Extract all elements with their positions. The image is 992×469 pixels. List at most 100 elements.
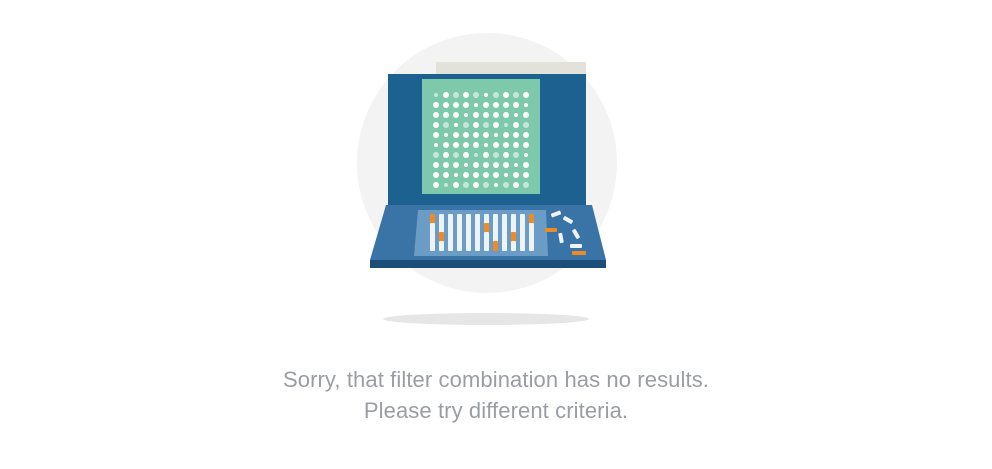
screen-dot: [463, 142, 469, 148]
screen-dot: [513, 102, 519, 108]
keyboard-peg: [529, 223, 534, 233]
screen-dot: [443, 112, 449, 118]
keyboard-peg: [520, 241, 525, 251]
screen-dot: [524, 153, 528, 157]
screen-dot: [473, 132, 479, 138]
screen-dot: [483, 162, 489, 168]
screen-dot: [504, 123, 508, 127]
screen-dot: [513, 122, 519, 128]
screen-dot: [524, 103, 528, 107]
screen-dot: [433, 162, 439, 168]
loose-peg: [545, 228, 557, 232]
keyboard-peg: [511, 241, 516, 251]
screen-dot: [513, 142, 519, 148]
keyboard-peg: [430, 223, 435, 233]
screen-dot: [523, 132, 529, 138]
keyboard-peg: [502, 241, 507, 251]
screen-dot: [453, 102, 459, 108]
keyboard-peg: [484, 214, 489, 224]
screen-dot: [433, 182, 439, 188]
keyboard-peg: [457, 214, 462, 224]
keyboard-peg: [484, 232, 489, 242]
keyboard-peg: [430, 241, 435, 251]
screen-dot: [453, 162, 459, 168]
keyboard-peg: [457, 232, 462, 242]
screen-dot: [463, 102, 469, 108]
keyboard-peg: [529, 232, 534, 242]
screen-dot: [444, 133, 448, 137]
keyboard-peg: [529, 241, 534, 251]
screen-dot: [434, 143, 438, 147]
screen-dot: [483, 172, 489, 178]
screen-dot: [443, 162, 449, 168]
screen-dot: [513, 92, 519, 98]
screen-dot: [523, 92, 529, 98]
keyboard-peg: [520, 214, 525, 224]
screen-dot: [433, 102, 439, 108]
screen-dot: [523, 182, 529, 188]
laptop-shadow: [383, 313, 589, 325]
screen-dot: [433, 152, 439, 158]
screen-dot: [523, 122, 529, 128]
screen-dot: [483, 152, 489, 158]
screen-dot: [463, 152, 469, 158]
screen-dot: [513, 182, 519, 188]
screen-dot: [474, 153, 478, 157]
keyboard-peg: [430, 232, 435, 242]
keyboard-peg: [466, 232, 471, 242]
screen-dot: [493, 152, 499, 158]
screen-dot: [473, 142, 479, 148]
screen-dot: [503, 162, 509, 168]
screen-dot: [454, 173, 458, 177]
keyboard-peg: [493, 214, 498, 224]
laptop-with-pegboard-icon: [357, 33, 617, 325]
screen-dot: [443, 92, 449, 98]
keyboard-peg: [439, 232, 444, 242]
screen-dot: [484, 143, 488, 147]
keyboard-peg: [448, 232, 453, 242]
screen-dot: [463, 182, 469, 188]
screen-dot: [513, 172, 519, 178]
keyboard-peg: [475, 223, 480, 233]
screen-dot: [494, 133, 498, 137]
keyboard-peg: [520, 232, 525, 242]
keyboard-peg: [475, 214, 480, 224]
screen-dot: [493, 172, 499, 178]
screen-dot: [454, 123, 458, 127]
keyboard-peg: [502, 232, 507, 242]
screen-dot: [503, 112, 509, 118]
screen-dot: [523, 142, 529, 148]
screen-dot: [473, 182, 479, 188]
keyboard-peg: [475, 232, 480, 242]
laptop-base-edge: [370, 260, 606, 268]
keyboard-peg: [493, 241, 498, 251]
keyboard-peg: [457, 241, 462, 251]
keyboard-peg: [511, 223, 516, 233]
empty-state: Sorry, that filter combination has no re…: [0, 0, 992, 469]
screen-dot: [493, 162, 499, 168]
empty-state-message: Sorry, that filter combination has no re…: [0, 364, 992, 426]
keyboard-peg: [457, 223, 462, 233]
keyboard-peg: [466, 214, 471, 224]
screen-dot: [463, 122, 469, 128]
screen-dot: [453, 92, 459, 98]
screen-dot: [503, 152, 509, 158]
screen-dot: [503, 132, 509, 138]
keyboard-peg: [493, 223, 498, 233]
screen-dot: [503, 182, 509, 188]
laptop-screen-panel: [422, 79, 540, 194]
screen-dot: [483, 122, 489, 128]
screen-dot: [493, 112, 499, 118]
screen-dot: [504, 173, 508, 177]
keyboard-peg: [448, 223, 453, 233]
keyboard-peg: [439, 241, 444, 251]
screen-dot: [473, 172, 479, 178]
keyboard-peg: [430, 214, 435, 224]
screen-dot: [443, 122, 449, 128]
keyboard-peg: [502, 214, 507, 224]
screen-dot: [464, 163, 468, 167]
keyboard-peg: [493, 232, 498, 242]
keyboard-peg: [475, 241, 480, 251]
screen-dot: [453, 112, 459, 118]
screen-dot: [463, 92, 469, 98]
